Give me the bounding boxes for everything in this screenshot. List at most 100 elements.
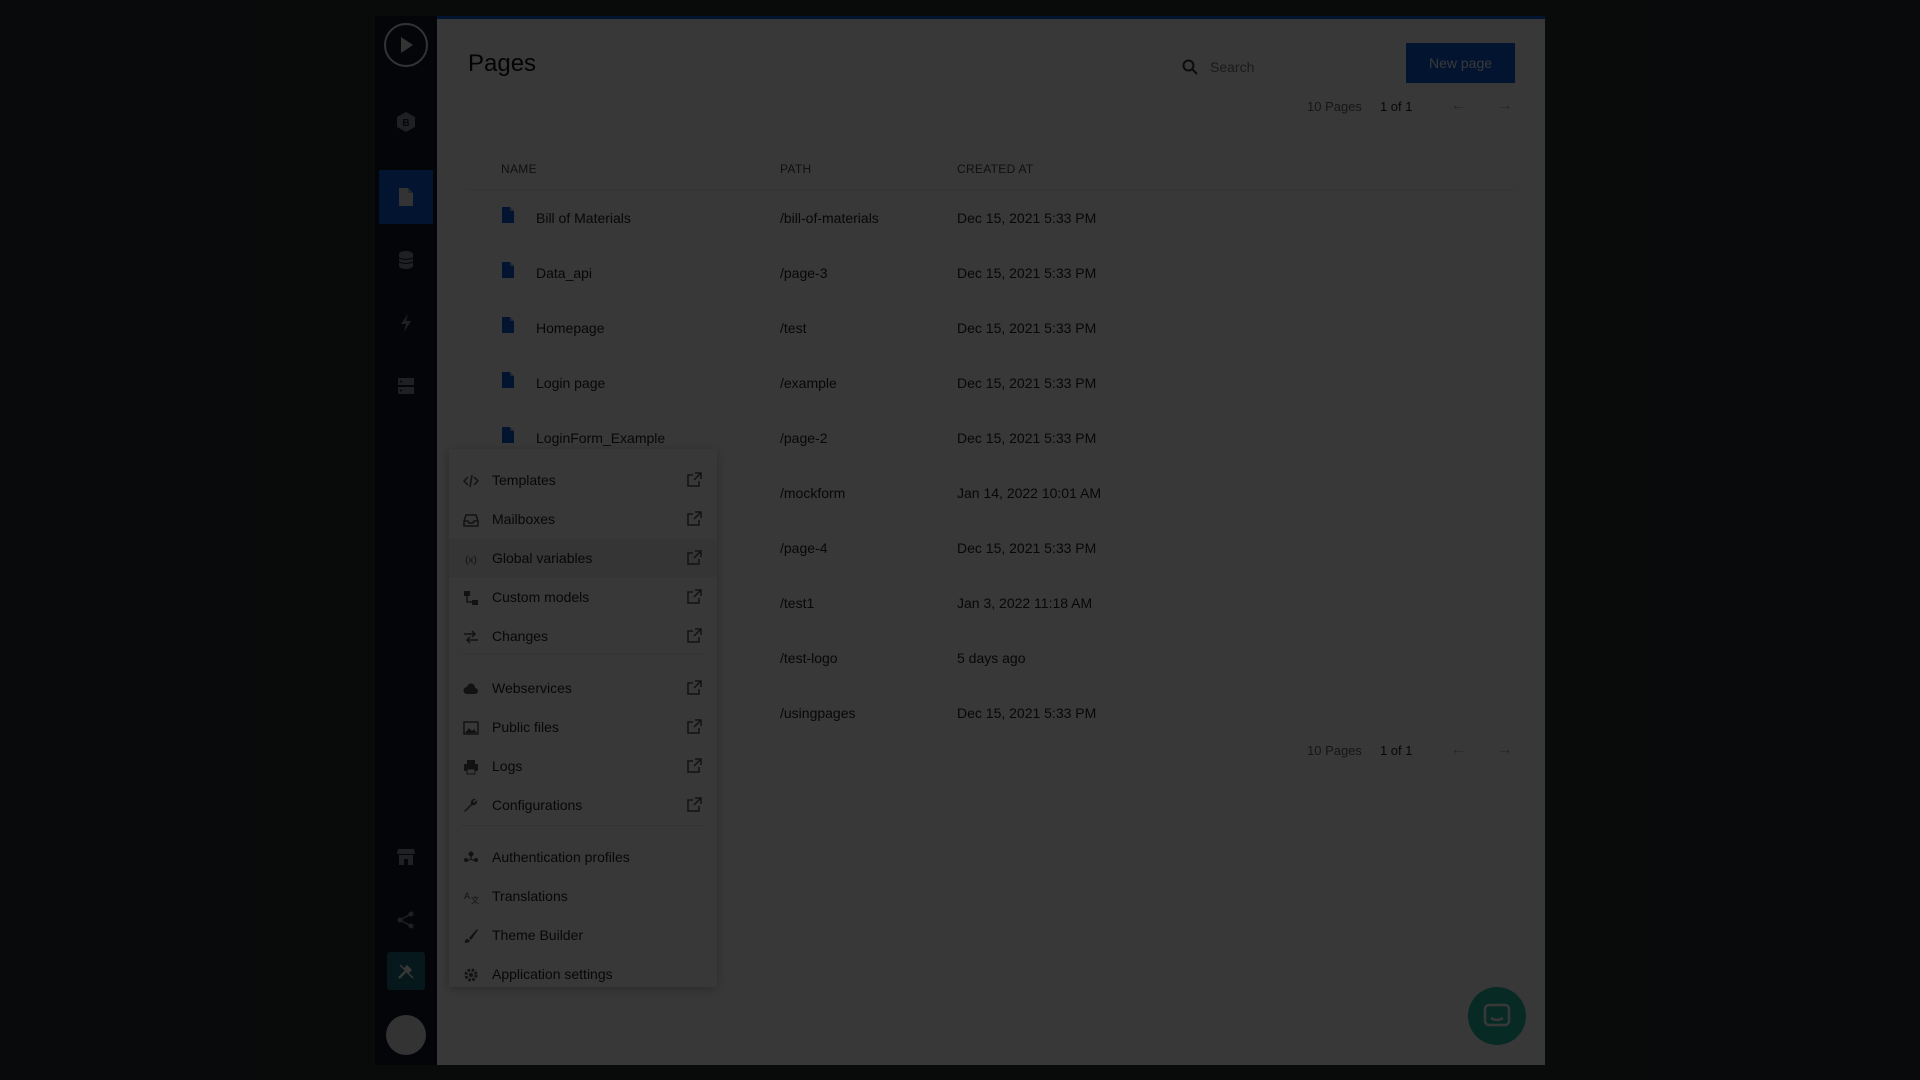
external-link-icon[interactable] — [687, 797, 702, 817]
code-icon — [462, 473, 480, 489]
cell-name: Homepage — [536, 320, 605, 336]
column-header-path[interactable]: PATH — [780, 162, 811, 176]
sidebar-item-store[interactable] — [379, 830, 433, 884]
menu-item-label: Mailboxes — [492, 511, 556, 527]
printer-icon — [463, 759, 479, 775]
menu-item-label: Configurations — [492, 797, 583, 813]
menu-item-label: Logs — [492, 758, 523, 774]
pagination-bottom: 10 Pages 1 of 1 ← → — [1307, 741, 1512, 759]
external-link-icon[interactable] — [687, 511, 702, 531]
menu-item-webservices[interactable]: Webservices — [449, 669, 717, 707]
prev-page-button[interactable]: ← — [1450, 97, 1466, 115]
menu-item-logs[interactable]: Logs — [449, 747, 717, 785]
play-logo-icon[interactable] — [384, 23, 428, 67]
chat-button[interactable] — [1468, 987, 1526, 1045]
menu-item-mailboxes[interactable]: Mailboxes — [449, 500, 717, 538]
sidebar-item-database[interactable] — [379, 233, 433, 287]
app-window: B Pages Search New page 10 Pages 1 of 1 … — [375, 16, 1545, 1065]
sidebar-rail: B — [375, 16, 437, 1065]
cell-path: /page-3 — [780, 265, 828, 281]
wrench-icon — [463, 798, 479, 814]
table-header: NAME PATH CREATED AT — [468, 146, 1515, 190]
file-icon — [501, 426, 515, 449]
cell-created: Dec 15, 2021 5:33 PM — [957, 540, 1097, 556]
cell-created: Dec 15, 2021 5:33 PM — [957, 210, 1097, 226]
tools-icon — [398, 964, 414, 979]
sidebar-item-share[interactable] — [379, 893, 433, 947]
external-link-icon[interactable] — [687, 719, 702, 739]
file-icon — [501, 316, 515, 339]
cell-path: /example — [780, 375, 837, 391]
menu-item-label: Public files — [492, 719, 559, 735]
menu-item-label: Custom models — [492, 589, 590, 605]
menu-divider — [461, 825, 705, 826]
column-header-created[interactable]: CREATED AT — [957, 162, 1034, 176]
cell-path: /mockform — [780, 485, 846, 501]
search-input[interactable]: Search — [1182, 52, 1372, 82]
menu-item-label: Changes — [492, 628, 549, 644]
cell-created: Jan 14, 2022 10:01 AM — [957, 485, 1101, 501]
menu-item-application-settings[interactable]: Application settings — [449, 955, 717, 993]
chat-icon — [1483, 1003, 1511, 1027]
table-row[interactable]: Data_api/page-3 Dec 15, 2021 5:33 PM — [468, 245, 1515, 300]
cell-path: /usingpages — [780, 705, 856, 721]
changes-icon — [463, 629, 479, 645]
table-row[interactable]: Bill of Materials/bill-of-materials Dec 1… — [468, 190, 1515, 245]
menu-item-custom-models[interactable]: Custom models — [449, 578, 717, 616]
table-row[interactable]: Login page/example Dec 15, 2021 5:33 PM — [468, 355, 1515, 410]
page-count: 10 Pages — [1307, 98, 1362, 114]
pages-icon — [399, 188, 413, 206]
external-link-icon[interactable] — [687, 589, 702, 609]
external-link-icon[interactable] — [687, 472, 702, 492]
external-link-icon[interactable] — [687, 680, 702, 700]
menu-item-label: Global variables — [492, 550, 593, 566]
next-page-button[interactable]: → — [1496, 741, 1512, 759]
app-badge-icon[interactable]: B — [379, 95, 433, 149]
cell-path: /test — [780, 320, 807, 336]
cell-name: LoginForm_Example — [536, 430, 666, 446]
menu-item-label: Translations — [492, 888, 568, 904]
store-icon — [397, 849, 415, 865]
cell-created: Dec 15, 2021 5:33 PM — [957, 705, 1097, 721]
sidebar-item-workflows[interactable] — [379, 296, 433, 350]
external-link-icon[interactable] — [687, 628, 702, 648]
external-link-icon[interactable] — [687, 758, 702, 778]
file-icon — [501, 206, 515, 229]
menu-item-configurations[interactable]: Configurations — [449, 786, 717, 824]
external-link-icon[interactable] — [687, 550, 702, 570]
cell-path: /test-logo — [780, 650, 838, 666]
menu-item-translations[interactable]: A 文 Translations — [449, 877, 717, 915]
inbox-icon — [463, 512, 479, 528]
file-icon — [501, 261, 515, 284]
sidebar-item-tools[interactable] — [387, 952, 425, 990]
menu-item-changes[interactable]: Changes — [449, 617, 717, 655]
search-icon — [1182, 59, 1198, 75]
pages-table: NAME PATH CREATED AT Bill of Materials/b… — [468, 146, 1515, 721]
avatar[interactable] — [386, 1015, 426, 1055]
next-page-button[interactable]: → — [1496, 97, 1512, 115]
new-page-button[interactable]: New page — [1406, 43, 1515, 83]
cell-path: /page-2 — [780, 430, 828, 446]
bolt-icon — [401, 314, 411, 332]
sidebar-item-pages[interactable] — [379, 170, 433, 224]
menu-item-templates[interactable]: Templates — [449, 461, 717, 499]
gear-icon — [463, 967, 479, 983]
menu-item-label: Authentication profiles — [492, 849, 630, 865]
menu-item-global-variables[interactable]: (x) Global variables — [449, 539, 717, 577]
prev-page-button[interactable]: ← — [1450, 741, 1466, 759]
menu-item-public-files[interactable]: Public files — [449, 708, 717, 746]
svg-text:B: B — [402, 118, 409, 129]
table-row[interactable]: Homepage/test Dec 15, 2021 5:33 PM — [468, 300, 1515, 355]
share-icon — [397, 911, 414, 929]
cell-created: Dec 15, 2021 5:33 PM — [957, 265, 1097, 281]
column-header-name[interactable]: NAME — [501, 162, 537, 176]
menu-item-theme-builder[interactable]: Theme Builder — [449, 916, 717, 954]
menu-item-label: Templates — [492, 472, 556, 488]
sidebar-item-server[interactable] — [379, 359, 433, 413]
cell-path: /page-4 — [780, 540, 828, 556]
cell-path: /bill-of-materials — [780, 210, 879, 226]
server-icon — [398, 378, 414, 394]
users-icon — [463, 850, 479, 866]
cell-name: Bill of Materials — [536, 210, 631, 226]
menu-item-authentication-profiles[interactable]: Authentication profiles — [449, 838, 717, 876]
